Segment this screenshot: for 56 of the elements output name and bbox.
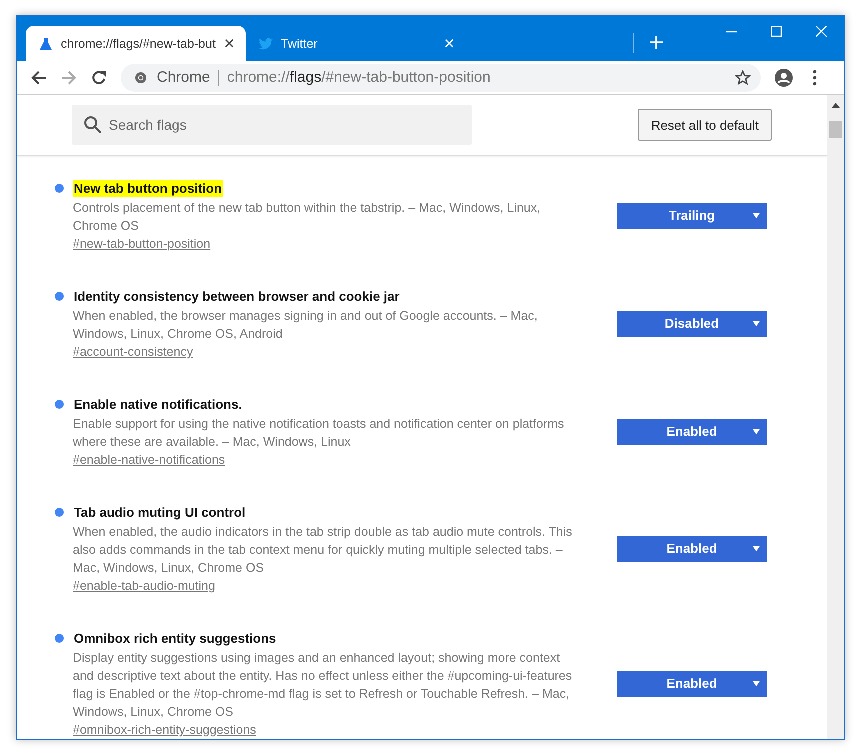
caret-icon: [753, 428, 760, 434]
flag-description: Display entity suggestions using images and an enhanced layout; showing more context and descriptive text about the entity. Has no effect unless either the #upcoming-ui-features flag is Enabled or the #top-chrome-md flag is set to Refresh or Touchable Refresh. – Mac, Windows, Linux, Chrome OS: [73, 650, 574, 721]
chrome-logo-icon: [135, 72, 147, 84]
close-tab-icon[interactable]: [225, 39, 234, 48]
address-bar[interactable]: Chrome chrome://flags/#new-tab-button-position: [121, 64, 761, 92]
flag-select[interactable]: Disabled: [617, 310, 767, 336]
close-icon[interactable]: [816, 26, 827, 37]
tab-title: Twitter: [281, 36, 319, 50]
back-icon[interactable]: [31, 70, 47, 86]
flag-title: Omnibox rich entity suggestions: [73, 630, 278, 646]
flag-link[interactable]: #omnibox-rich-entity-suggestions: [73, 723, 256, 737]
flag-description: Enable support for using the native notification toasts and notification center on platforms where these are available. – Mac, Windows, Linux: [73, 416, 566, 451]
caret-icon: [753, 680, 760, 686]
flag-title: New tab button position: [73, 180, 224, 196]
bullet-icon: [55, 400, 64, 408]
new-tab-icon[interactable]: [650, 36, 663, 49]
account-icon[interactable]: [775, 68, 793, 86]
url-text: chrome://flags/#new-tab-button-position: [227, 69, 491, 86]
flag-link[interactable]: #new-tab-button-position: [73, 237, 211, 251]
reset-button[interactable]: Reset all to default: [638, 109, 772, 141]
flag-select[interactable]: Enabled: [617, 418, 767, 444]
flag-link[interactable]: #enable-tab-audio-muting: [73, 579, 216, 593]
caret-icon: [753, 320, 760, 326]
flag-title: Identity consistency between browser and cookie jar: [73, 288, 401, 304]
flag-description: Controls placement of the new tab button within the tabstrip. – Mac, Windows, Linux, Chrome OS: [73, 200, 542, 235]
flag-link[interactable]: #account-consistency: [73, 345, 194, 359]
bullet-icon: [55, 184, 64, 192]
flag-link[interactable]: #enable-native-notifications: [73, 453, 226, 467]
site-label: Chrome: [157, 69, 210, 86]
flag-select[interactable]: Enabled: [617, 670, 767, 696]
flask-icon: [39, 36, 53, 50]
browser-tab[interactable]: Twitter: [246, 26, 466, 61]
flag-select[interactable]: Trailing: [617, 202, 767, 228]
reload-icon[interactable]: [91, 70, 107, 86]
search-field[interactable]: Search flags: [72, 105, 472, 145]
menu-icon[interactable]: [813, 70, 817, 86]
flag-description: When enabled, the audio indicators in the tab strip double as tab audio mute controls. This also adds commands in the tab context menu for quickly muting multiple selected tabs. – Mac, Windows, Linux, Chrome OS: [73, 524, 574, 577]
flag-title: Enable native notifications.: [73, 396, 244, 412]
bullet-icon: [55, 634, 64, 642]
forward-icon[interactable]: [61, 70, 77, 86]
flag-select[interactable]: Enabled: [617, 536, 767, 562]
bullet-icon: [55, 508, 64, 516]
bird-icon: [259, 36, 273, 50]
flag-description: When enabled, the browser manages signing in and out of Google accounts. – Mac, Windows, Linux, Chrome OS, Android: [73, 308, 539, 343]
star-icon[interactable]: [735, 70, 751, 86]
search-icon: [84, 116, 102, 134]
caret-icon: [753, 212, 760, 218]
scrollbar[interactable]: [827, 95, 844, 739]
scrollbar-thumb[interactable]: [829, 121, 842, 138]
flag-title: Tab audio muting UI control: [73, 504, 247, 520]
tab-title: chrome://flags/#new-tab-but: [61, 36, 217, 50]
browser-tab[interactable]: chrome://flags/#new-tab-but: [26, 26, 246, 61]
bullet-icon: [55, 292, 64, 300]
maximize-icon[interactable]: [771, 26, 782, 37]
caret-icon: [753, 546, 760, 552]
scroll-up-icon[interactable]: [832, 103, 840, 108]
